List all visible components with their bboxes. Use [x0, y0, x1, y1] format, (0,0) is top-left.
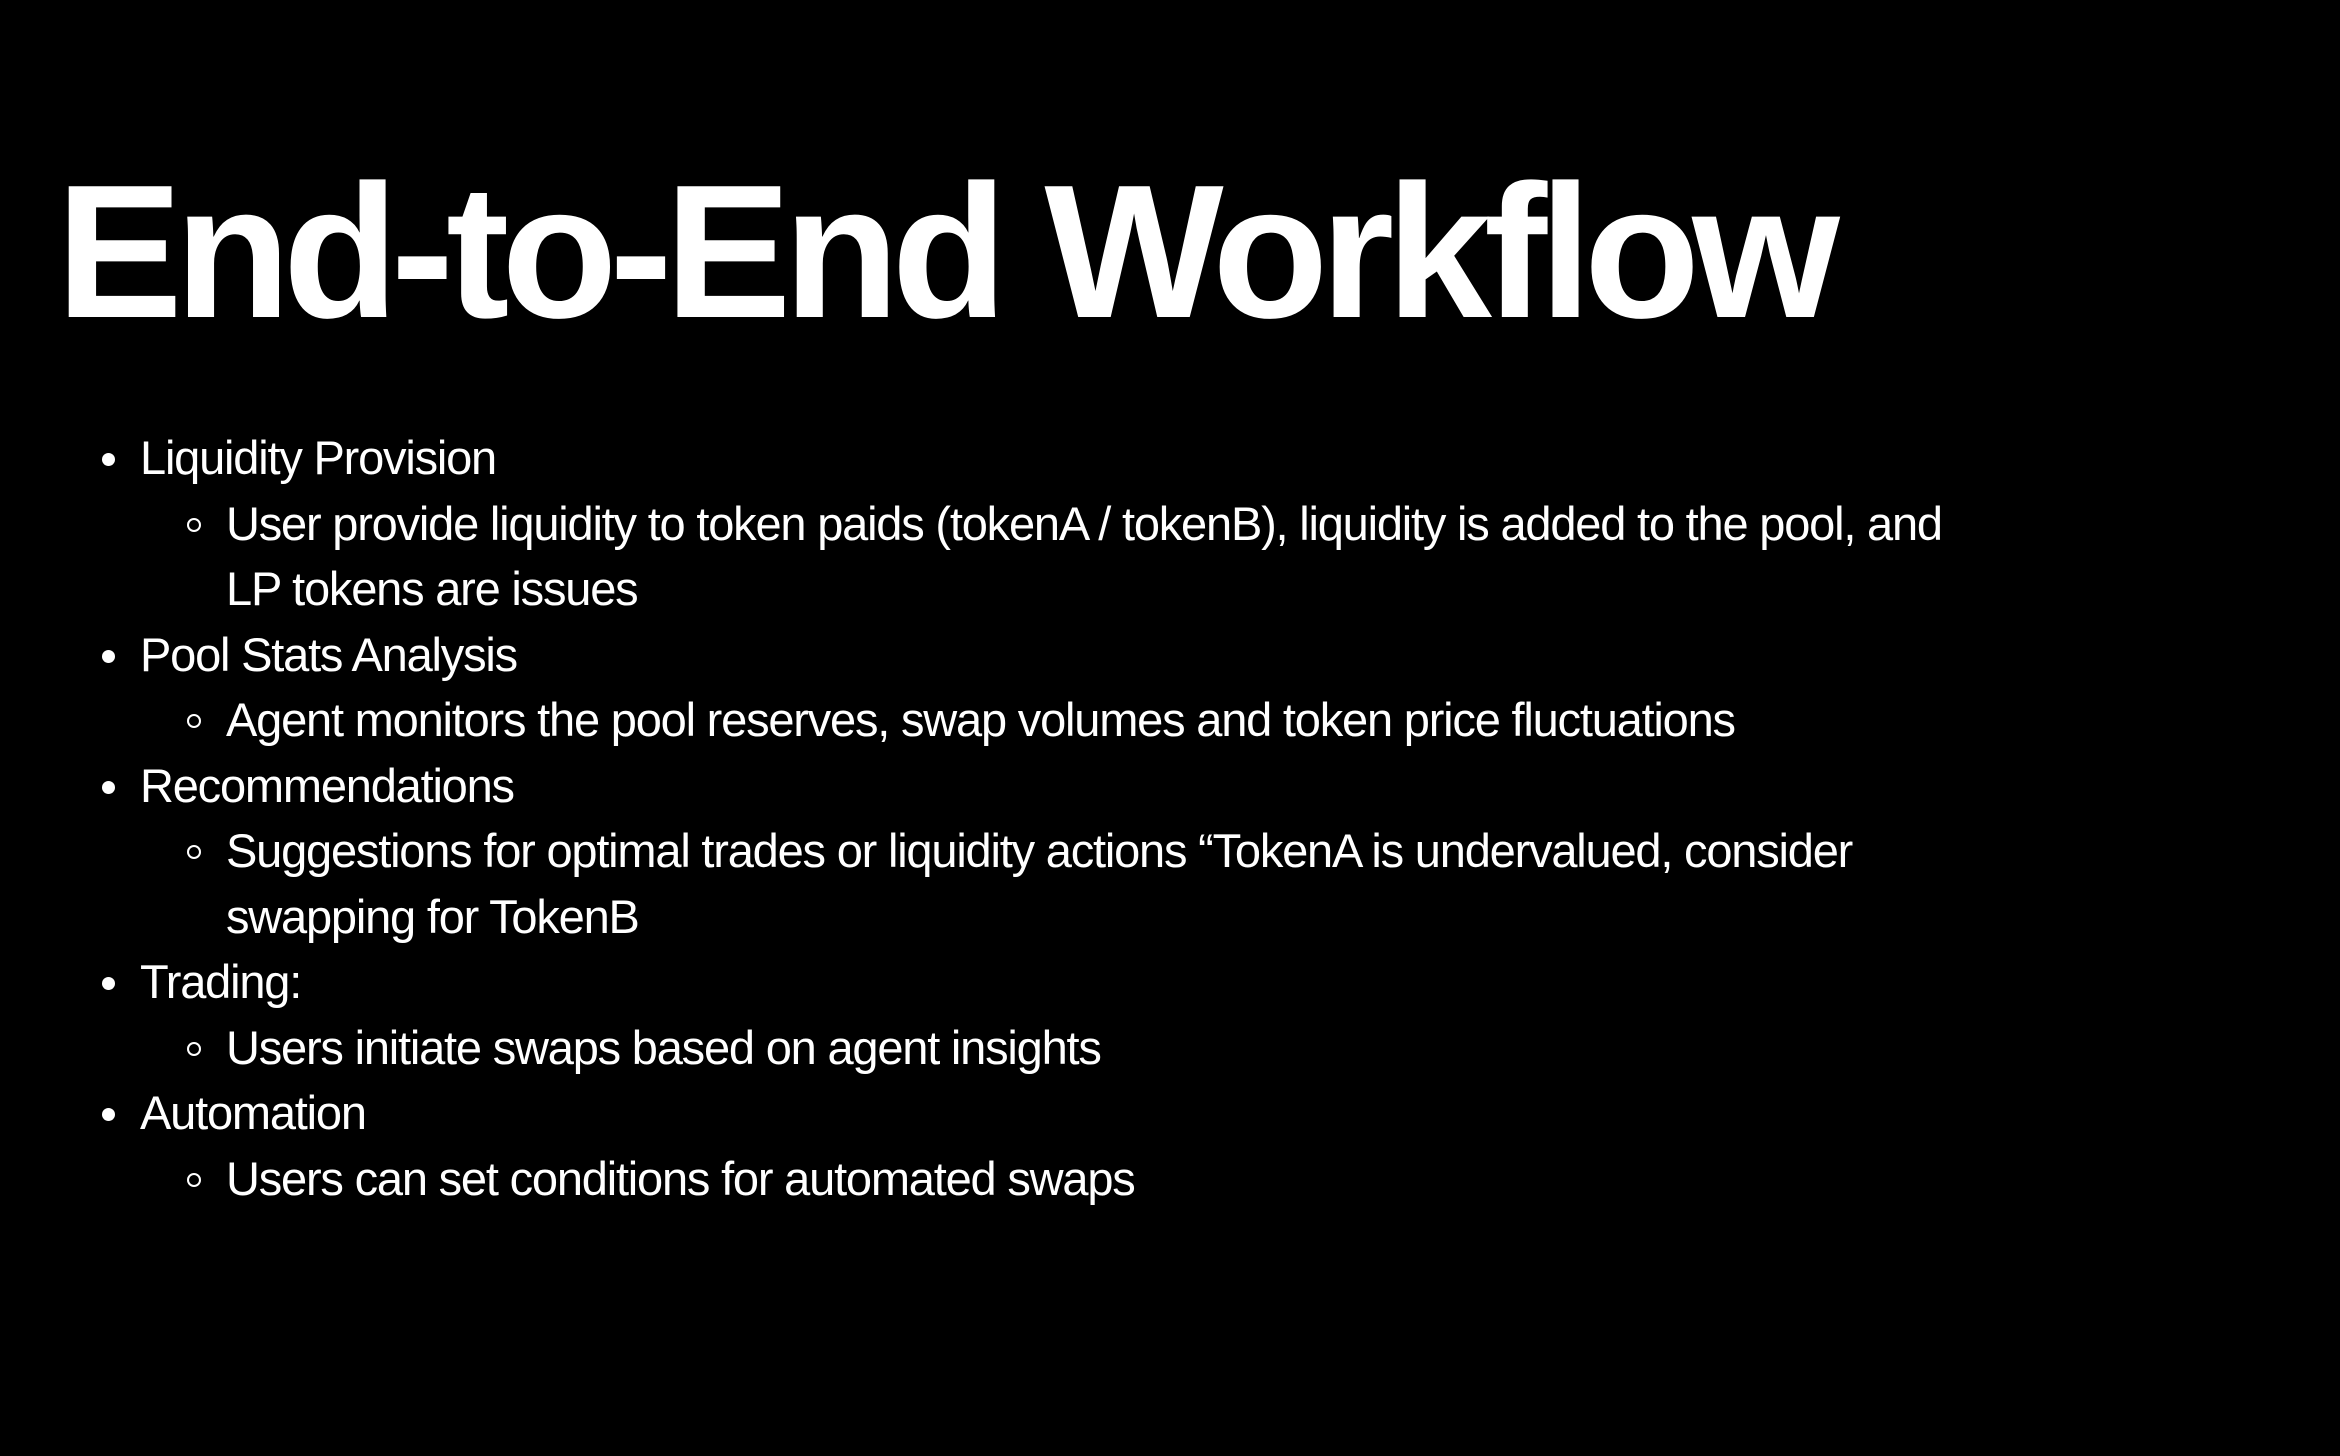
list-item-label: Recommendations: [96, 753, 2096, 819]
sub-list: Users initiate swaps based on agent insi…: [96, 1015, 2096, 1081]
sub-list-item: Users initiate swaps based on agent insi…: [96, 1015, 2186, 1081]
sub-item-text-line-2: swapping for TokenB: [226, 889, 640, 943]
sub-item-text-line-1: Agent monitors the pool reserves, swap v…: [226, 693, 1736, 746]
sub-list: Users can set conditions for automated s…: [96, 1146, 2096, 1212]
slide: End-to-End Workflow Liquidity Provision …: [0, 0, 2340, 1456]
sub-list-item: Users can set conditions for automated s…: [96, 1146, 2186, 1212]
list-item-text: Pool Stats Analysis: [140, 627, 518, 681]
list-item-pool-stats-analysis: Pool Stats Analysis Agent monitors the p…: [96, 622, 2096, 753]
bullet-dot-icon: [102, 1108, 115, 1121]
list-item-label: Liquidity Provision: [96, 425, 2096, 491]
list-item-text: Recommendations: [140, 758, 515, 812]
list-item-text: Trading:: [140, 955, 302, 1008]
bullet-list: Liquidity Provision User provide liquidi…: [96, 425, 2096, 1211]
bullet-dot-icon: [102, 453, 115, 466]
bullet-circle-icon: [187, 517, 201, 532]
sub-list: Suggestions for optimal trades or liquid…: [96, 818, 2096, 949]
sub-list-item: Suggestions for optimal trades or liquid…: [96, 818, 2186, 949]
list-item-text: Automation: [140, 1086, 367, 1139]
sub-item-text-line-1: User provide liquidity to token paids (t…: [226, 496, 1943, 550]
sub-item-text-line-2: LP tokens are issues: [226, 562, 639, 615]
sub-item-text-line-1: Users can set conditions for automated s…: [226, 1151, 1136, 1205]
sub-item-text-line-1: Suggestions for optimal trades or liquid…: [226, 824, 1853, 877]
list-item-text: Liquidity Provision: [140, 431, 497, 484]
list-item-trading: Trading: Users initiate swaps based on a…: [96, 949, 2096, 1080]
bullet-circle-icon: [187, 1172, 201, 1187]
list-item-liquidity-provision: Liquidity Provision User provide liquidi…: [96, 425, 2096, 622]
bullet-circle-icon: [187, 1041, 201, 1056]
sub-list-item: Agent monitors the pool reserves, swap v…: [96, 687, 2186, 753]
list-item-recommendations: Recommendations Suggestions for optimal …: [96, 753, 2096, 950]
bullet-dot-icon: [102, 977, 115, 990]
sub-list: Agent monitors the pool reserves, swap v…: [96, 687, 2096, 753]
list-item-automation: Automation Users can set conditions for …: [96, 1080, 2096, 1211]
bullet-dot-icon: [102, 780, 115, 794]
sub-item-text-line-1: Users initiate swaps based on agent insi…: [226, 1020, 1102, 1074]
bullet-circle-icon: [187, 714, 201, 728]
list-item-label: Trading:: [96, 949, 2096, 1015]
sub-list-item: User provide liquidity to token paids (t…: [96, 491, 2186, 622]
bullet-circle-icon: [187, 845, 201, 859]
sub-list: User provide liquidity to token paids (t…: [96, 491, 2096, 622]
bullet-dot-icon: [102, 649, 115, 663]
list-item-label: Pool Stats Analysis: [96, 622, 2096, 688]
slide-title: End-to-End Workflow: [56, 146, 1840, 358]
list-item-label: Automation: [96, 1080, 2096, 1146]
